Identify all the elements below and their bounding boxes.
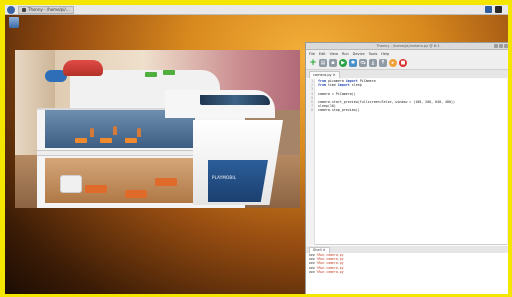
toy-figure [90, 128, 94, 137]
code-editor[interactable]: 1 2 3 4 5 6 7 8 from picamera import PiC… [306, 79, 508, 245]
debug-icon[interactable]: ✱ [349, 59, 357, 67]
taskbar-window-label: Thonny - /home/pi/... [28, 6, 70, 12]
new-file-icon[interactable]: + [309, 59, 317, 68]
bluetooth-icon[interactable] [485, 6, 492, 13]
cabin-bed [155, 178, 177, 186]
camera-preview: PLAYMOBIL [15, 50, 300, 208]
editor-scrollbar[interactable] [507, 79, 508, 245]
code-line: camera.stop_preview() [318, 108, 360, 113]
toy-figure [113, 126, 117, 135]
washing-machine [60, 175, 82, 193]
editor-tabs: camera.py ✕ [306, 70, 508, 78]
menu-edit[interactable]: Edit [319, 52, 326, 56]
ship-bow-blue [208, 160, 268, 202]
step-into-icon[interactable]: ⤓ [369, 59, 377, 67]
open-file-icon[interactable]: ▤ [319, 59, 327, 67]
trash-desktop-icon[interactable] [8, 17, 20, 31]
shell-line: >>> %Run camera.py [309, 269, 344, 274]
run-icon[interactable]: ▶ [339, 59, 347, 67]
window-title: Thonny - /home/pi/camera.py @ 8:1 [376, 44, 440, 48]
window-buttons [494, 44, 508, 48]
system-tray [485, 6, 508, 13]
resume-icon[interactable]: ▸ [389, 59, 397, 67]
ship-bridge-windows [200, 95, 270, 105]
code-text: from picamera import PiCamera from time … [318, 79, 508, 113]
save-file-icon[interactable]: ▪ [329, 59, 337, 67]
menu-file[interactable]: File [309, 52, 315, 56]
deck-chair [100, 138, 112, 143]
taskbar: Thonny - /home/pi/... [5, 5, 508, 15]
stop-icon[interactable]: ■ [399, 59, 407, 67]
toy-figure [137, 128, 141, 137]
wastebasket-icon [9, 17, 19, 28]
step-over-icon[interactable]: ⤼ [359, 59, 367, 67]
menu-tools[interactable]: Tools [369, 52, 378, 56]
thonny-window: Thonny - /home/pi/camera.py @ 8:1 File E… [305, 42, 508, 294]
ship-slide-red [63, 60, 103, 76]
deck-chair [125, 138, 137, 143]
menu-help[interactable]: Help [381, 52, 389, 56]
maximize-icon[interactable] [499, 44, 503, 48]
menu-bar: File Edit View Run Device Tools Help [306, 50, 508, 57]
tab-camera-py[interactable]: camera.py ✕ [309, 71, 340, 78]
network-icon[interactable] [495, 6, 502, 13]
menu-run[interactable]: Run [342, 52, 349, 56]
deck-chair [75, 138, 87, 143]
minimize-icon[interactable] [494, 44, 498, 48]
cabin-bed [125, 190, 147, 198]
shell-panel: Shell ✕ >>> %Run camera.py >>> %Run came… [306, 246, 508, 294]
deck-chair [163, 70, 175, 75]
menu-device[interactable]: Device [353, 52, 365, 56]
menu-view[interactable]: View [330, 52, 338, 56]
toolbar: + ▤ ▪ ▶ ✱ ⤼ ⤓ ⤒ ▸ ■ [306, 57, 508, 70]
taskbar-window-item[interactable]: Thonny - /home/pi/... [18, 5, 74, 14]
line-numbers: 1 2 3 4 5 6 7 8 [306, 79, 315, 245]
cabin-bed [85, 185, 107, 193]
shell-output[interactable]: >>> %Run camera.py >>> %Run camera.py >>… [306, 253, 508, 274]
close-icon[interactable] [504, 44, 508, 48]
deck-chair [145, 72, 157, 77]
step-out-icon[interactable]: ⤒ [379, 59, 387, 67]
line-number: 8 [311, 108, 313, 113]
ship-bow-text: PLAYMOBIL [212, 175, 237, 180]
thonny-icon [22, 7, 26, 12]
screen-frame: Thonny - /home/pi/... PLAYMOBIL Thonny -… [5, 5, 508, 294]
shell-tabs: Shell ✕ [306, 246, 508, 253]
raspberry-menu-icon[interactable] [7, 5, 15, 14]
window-titlebar[interactable]: Thonny - /home/pi/camera.py @ 8:1 [306, 43, 508, 50]
